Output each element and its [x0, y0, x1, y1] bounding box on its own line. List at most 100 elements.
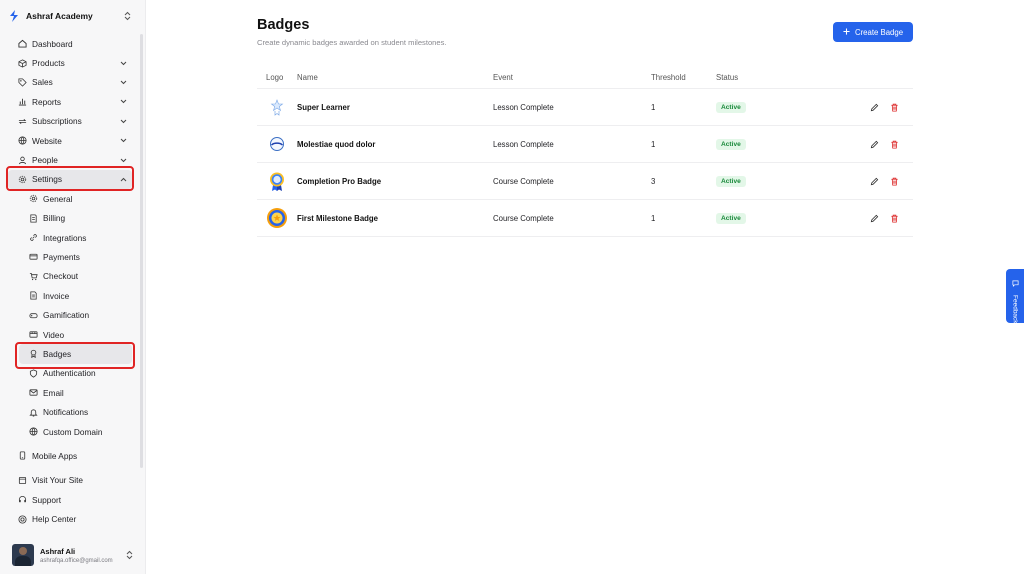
sidebar-item-dashboard[interactable]: Dashboard — [8, 34, 132, 53]
table-row[interactable]: First Milestone Badge Course Complete 1 … — [257, 200, 913, 237]
sidebar-item-label: Checkout — [43, 271, 79, 282]
create-badge-label: Create Badge — [854, 27, 904, 37]
feedback-tab[interactable]: Feedback — [1006, 269, 1024, 324]
sidebar-item-subscriptions[interactable]: Subscriptions — [8, 112, 132, 131]
lifebuoy-icon — [17, 514, 27, 524]
message-icon — [1012, 274, 1019, 292]
badge-threshold: 1 — [651, 139, 656, 149]
user-icon — [17, 155, 27, 165]
org-switcher[interactable]: Ashraf Academy — [8, 6, 132, 26]
badge-name: Completion Pro Badge — [297, 176, 382, 186]
chevron-up-down-icon — [124, 549, 134, 561]
sidebar-item-label: Invoice — [43, 290, 70, 301]
sidebar-item-products[interactable]: Products — [8, 53, 132, 72]
sidebar-item-label: Visit Your Site — [32, 475, 84, 486]
header-threshold: Threshold — [651, 72, 686, 82]
sidebar-item-label: Payments — [43, 251, 80, 262]
sidebar-item-help-center[interactable]: Help Center — [8, 509, 132, 528]
create-badge-button[interactable]: Create Badge — [833, 22, 913, 42]
sidebar-item-reports[interactable]: Reports — [8, 92, 132, 111]
shield-icon — [28, 368, 38, 378]
table-header: Logo Name Event Threshold Status — [257, 66, 913, 89]
sidebar-item-billing[interactable]: Billing — [19, 209, 132, 228]
mobile-icon — [17, 451, 27, 461]
feedback-label: Feedback — [1011, 295, 1019, 324]
sidebar-item-label: Authentication — [43, 368, 96, 379]
sidebar-item-custom-domain[interactable]: Custom Domain — [19, 422, 132, 441]
edit-pencil-icon[interactable] — [869, 176, 879, 186]
badge-name: Molestiae quod dolor — [297, 139, 376, 149]
sidebar-item-integrations[interactable]: Integrations — [19, 228, 132, 247]
sidebar-item-label: People — [32, 155, 58, 166]
sidebar-item-label: Subscriptions — [32, 116, 82, 127]
sidebar-item-general[interactable]: General — [19, 189, 132, 208]
credit-card-icon — [28, 252, 38, 262]
edit-pencil-icon[interactable] — [869, 139, 879, 149]
status-badge: Active — [716, 138, 746, 150]
sidebar-item-invoice[interactable]: Invoice — [19, 286, 132, 305]
table-row[interactable]: Completion Pro Badge Course Complete 3 A… — [257, 163, 913, 200]
badge-event: Lesson Complete — [493, 102, 554, 112]
sidebar-item-sales[interactable]: Sales — [8, 73, 132, 92]
sidebar-scrollbar[interactable] — [140, 34, 143, 468]
chevron-up-down-icon — [122, 10, 132, 22]
sidebar-item-label: Website — [32, 135, 62, 146]
sidebar-item-payments[interactable]: Payments — [19, 247, 132, 266]
org-name: Ashraf Academy — [26, 11, 93, 21]
badge-event: Course Complete — [493, 176, 554, 186]
sidebar-item-badges[interactable]: Badges — [19, 344, 132, 364]
main-content: Badges Create dynamic badges awarded on … — [146, 0, 1024, 574]
sidebar-item-label: Custom Domain — [43, 426, 103, 437]
sidebar-item-checkout[interactable]: Checkout — [19, 267, 132, 286]
sidebar-item-notifications[interactable]: Notifications — [19, 402, 132, 421]
sidebar-item-label: Badges — [43, 348, 72, 359]
sidebar-item-label: Notifications — [43, 407, 89, 418]
table-row[interactable]: Super Learner Lesson Complete 1 Active — [257, 89, 913, 126]
header-event: Event — [493, 72, 513, 82]
table-row[interactable]: Molestiae quod dolor Lesson Complete 1 A… — [257, 126, 913, 163]
header-name: Name — [297, 72, 318, 82]
sidebar-item-visit-site[interactable]: Visit Your Site — [8, 471, 132, 490]
sidebar-item-label: Video — [43, 329, 65, 340]
user-menu[interactable]: Ashraf Ali ashrafqa.office@gmail.com — [12, 543, 134, 567]
header-status: Status — [716, 72, 739, 82]
edit-pencil-icon[interactable] — [869, 213, 879, 223]
trash-icon[interactable] — [889, 176, 899, 186]
video-icon — [28, 330, 38, 340]
sidebar-item-label: Reports — [32, 96, 62, 107]
sidebar-item-authentication[interactable]: Authentication — [19, 364, 132, 383]
chevron-down-icon — [119, 156, 127, 164]
sidebar-item-gamification[interactable]: Gamification — [19, 305, 132, 324]
sidebar-item-video[interactable]: Video — [19, 325, 132, 344]
sidebar-item-support[interactable]: Support — [8, 490, 132, 509]
sidebar-nav: Dashboard Products Sales Reports Subscri… — [8, 34, 132, 529]
link-icon — [28, 233, 38, 243]
sidebar-item-mobile-apps[interactable]: Mobile Apps — [8, 446, 132, 465]
badge-event: Lesson Complete — [493, 139, 554, 149]
sidebar-item-website[interactable]: Website — [8, 131, 132, 150]
avatar — [12, 544, 34, 566]
sidebar-item-email[interactable]: Email — [19, 383, 132, 402]
chevron-down-icon — [119, 137, 127, 145]
gear-icon — [28, 194, 38, 204]
sidebar-item-people[interactable]: People — [8, 150, 132, 169]
trash-icon[interactable] — [889, 213, 899, 223]
sidebar-item-settings[interactable]: Settings — [8, 169, 132, 190]
user-email: ashrafqa.office@gmail.com — [40, 557, 113, 564]
chevron-down-icon — [119, 78, 127, 86]
sidebar-item-label: Email — [43, 387, 64, 398]
badge-threshold: 1 — [651, 102, 656, 112]
globe-icon — [17, 136, 27, 146]
tag-icon — [17, 77, 27, 87]
edit-pencil-icon[interactable] — [869, 102, 879, 112]
document-icon — [28, 213, 38, 223]
status-badge: Active — [716, 212, 746, 224]
sidebar-item-label: Help Center — [32, 514, 77, 525]
mail-icon — [28, 388, 38, 398]
settings-submenu: General Billing Integrations Payments Ch… — [8, 189, 132, 441]
trash-icon[interactable] — [889, 102, 899, 112]
badge-event: Course Complete — [493, 213, 554, 223]
trash-icon[interactable] — [889, 139, 899, 149]
page-subtitle: Create dynamic badges awarded on student… — [257, 38, 447, 47]
external-window-icon — [17, 475, 27, 485]
